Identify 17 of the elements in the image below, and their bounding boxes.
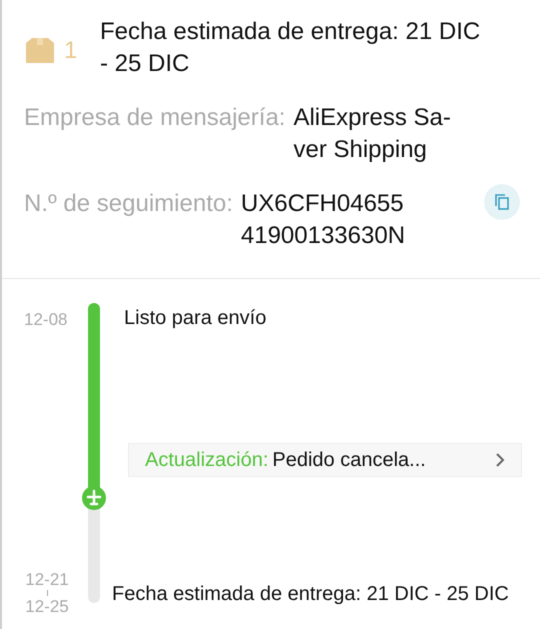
detail-label: Empresa de mensajería: — [24, 103, 286, 133]
event-date: 12-25 — [25, 598, 69, 615]
update-notice[interactable]: Actualización: Pedido cancela... — [128, 443, 522, 477]
detail-label: N.º de seguimiento: — [24, 189, 233, 219]
range-divider — [46, 590, 48, 596]
copy-icon — [495, 194, 509, 210]
detail-value: AliExpress Sa- ver Shipping — [293, 103, 451, 165]
event-text: Listo para envío — [124, 306, 268, 331]
detail-value: UX6CFH04655 41900133630N — [240, 189, 406, 251]
package-count: 1 — [64, 36, 78, 66]
package-icon — [24, 37, 56, 65]
chevron-right-icon — [495, 452, 505, 468]
event-date: 12-21 — [25, 571, 69, 588]
event-text: Fecha estimada de entrega: 21 DIC - 25 DIC — [112, 582, 510, 607]
copy-button[interactable] — [484, 184, 520, 220]
event-date: 12-08 — [24, 309, 68, 331]
delivery-estimate: Fecha estimada de entrega: 21 DIC - 25 DIC — [100, 17, 482, 79]
